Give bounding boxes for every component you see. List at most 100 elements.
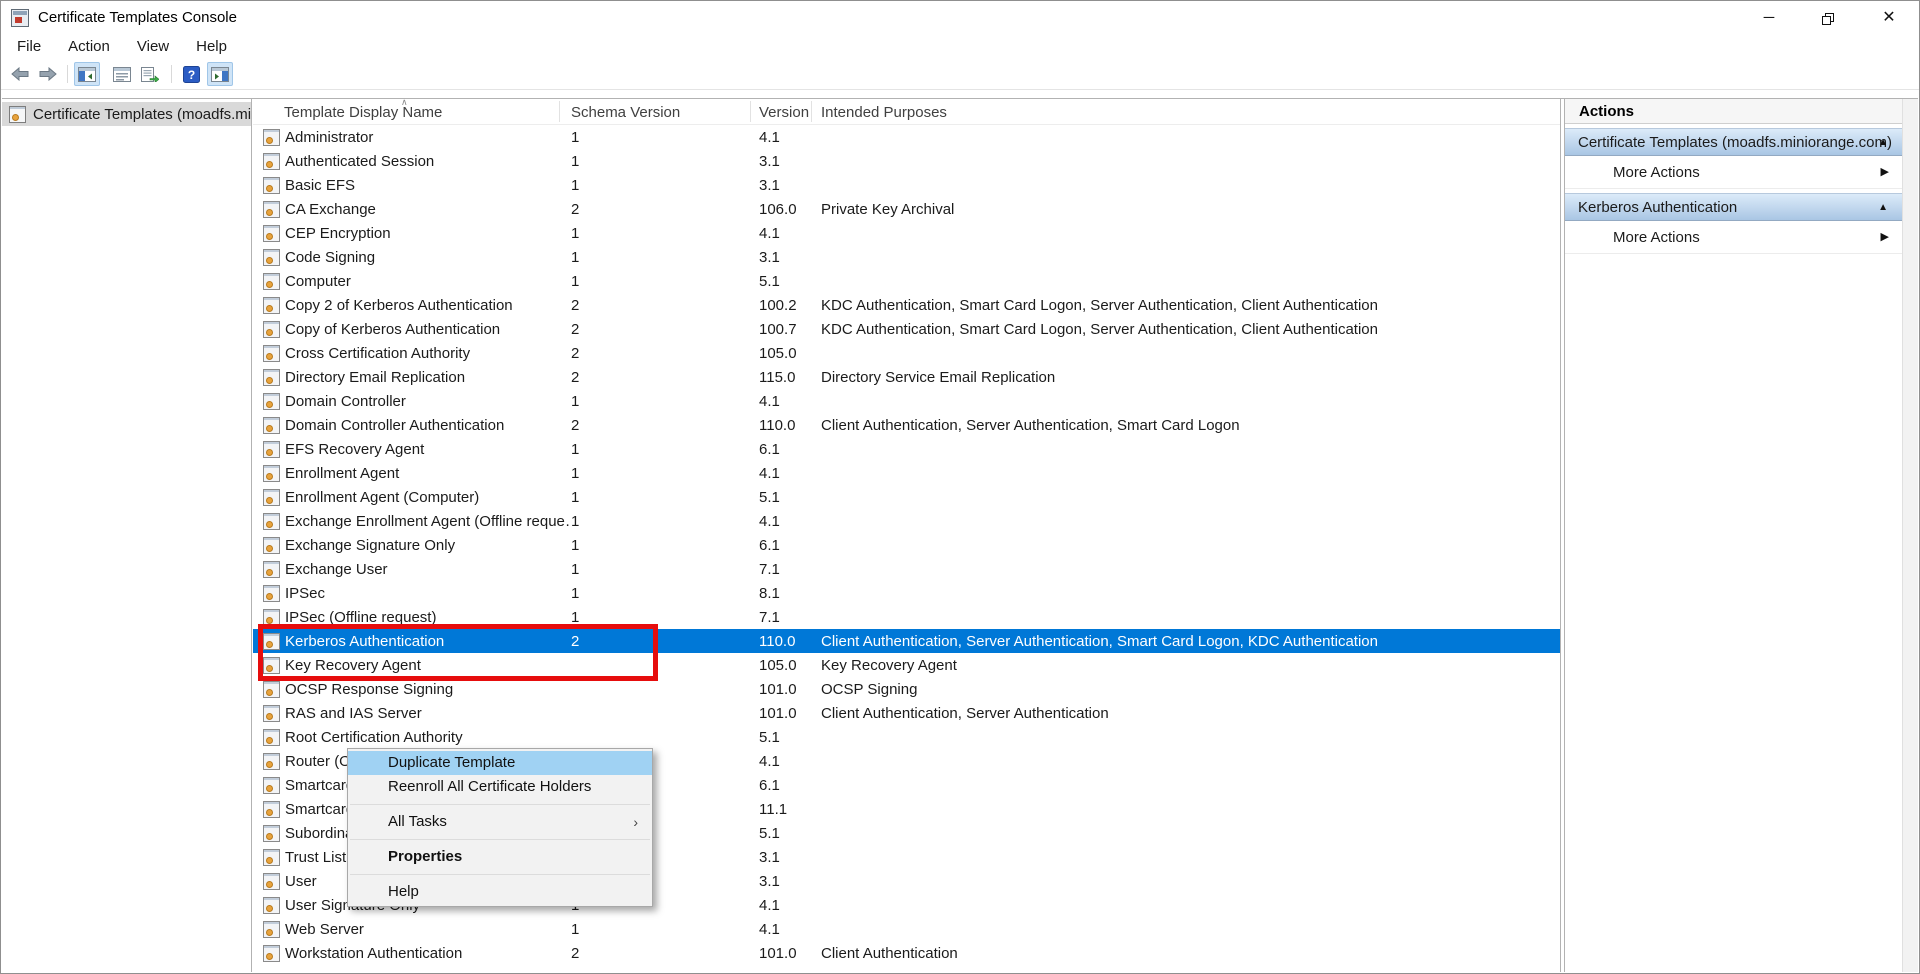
expand-icon[interactable]: ▶ — [1881, 156, 1889, 189]
table-row[interactable]: RAS and IAS Server101.0Client Authentica… — [253, 701, 1560, 725]
table-row[interactable]: Kerberos Authentication2110.0Client Auth… — [253, 629, 1560, 653]
column-header-version[interactable]: Version — [759, 104, 809, 121]
restore-button[interactable] — [1799, 1, 1859, 34]
certificate-template-icon — [263, 921, 280, 938]
cell-name: Administrator — [285, 129, 571, 146]
mmc-window: Certificate Templates Console ─ ✕ File Ac… — [0, 0, 1920, 974]
cell-schema: 1 — [571, 249, 759, 266]
menu-help[interactable]: Help — [196, 38, 227, 55]
cell-version: 3.1 — [759, 849, 821, 866]
menu-action[interactable]: Action — [68, 38, 110, 55]
menu-item-label: Reenroll All Certificate Holders — [388, 778, 591, 795]
context-menu-item-properties[interactable]: Properties — [348, 845, 652, 869]
certificate-template-icon — [263, 825, 280, 842]
table-row[interactable]: CA Exchange2106.0Private Key Archival — [253, 197, 1560, 221]
actions-section-header[interactable]: Certificate Templates (moadfs.miniorange… — [1565, 128, 1902, 156]
table-row[interactable]: EFS Recovery Agent16.1 — [253, 437, 1560, 461]
cell-name: Code Signing — [285, 249, 571, 266]
actions-panel: Actions Certificate Templates (moadfs.mi… — [1564, 99, 1918, 972]
column-header-intended-purposes[interactable]: Intended Purposes — [821, 104, 947, 121]
table-row[interactable]: Workstation Authentication2101.0Client A… — [253, 941, 1560, 965]
table-row[interactable]: Copy of Kerberos Authentication2100.7KDC… — [253, 317, 1560, 341]
properties-icon[interactable] — [109, 62, 135, 86]
cell-version: 4.1 — [759, 897, 821, 914]
cell-purposes: Client Authentication, Server Authentica… — [821, 633, 1560, 650]
cell-version: 106.0 — [759, 201, 821, 218]
table-row[interactable]: Web Server14.1 — [253, 917, 1560, 941]
menu-separator — [350, 874, 650, 875]
table-row[interactable]: OCSP Response Signing101.0OCSP Signing — [253, 677, 1560, 701]
context-menu-item-reenroll-all-certificate-holders[interactable]: Reenroll All Certificate Holders — [348, 775, 652, 799]
context-menu-item-help[interactable]: Help — [348, 880, 652, 904]
cell-version: 11.1 — [759, 801, 821, 818]
table-row[interactable]: IPSec18.1 — [253, 581, 1560, 605]
table-row[interactable]: Exchange Enrollment Agent (Offline reque… — [253, 509, 1560, 533]
table-row[interactable]: IPSec (Offline request)17.1 — [253, 605, 1560, 629]
certificate-template-icon — [263, 441, 280, 458]
table-row[interactable]: Domain Controller14.1 — [253, 389, 1560, 413]
show-console-tree-icon[interactable] — [74, 62, 100, 86]
actions-section-header[interactable]: Kerberos Authentication▲ — [1565, 193, 1902, 221]
export-list-icon[interactable] — [137, 62, 163, 86]
table-row[interactable]: Root Certification Authority5.1 — [253, 725, 1560, 749]
collapse-icon[interactable]: ▲ — [1878, 194, 1888, 221]
menu-item-label: Duplicate Template — [388, 754, 515, 771]
cell-name: OCSP Response Signing — [285, 681, 571, 698]
table-row[interactable]: Key Recovery Agent105.0Key Recovery Agen… — [253, 653, 1560, 677]
more-actions-item[interactable]: More Actions▶ — [1565, 156, 1902, 189]
column-header-schema-version[interactable]: Schema Version — [571, 104, 680, 121]
cell-purposes: Client Authentication, Server Authentica… — [821, 417, 1560, 434]
cell-version: 110.0 — [759, 633, 821, 650]
menu-view[interactable]: View — [137, 38, 169, 55]
window-title: Certificate Templates Console — [38, 9, 237, 26]
cell-schema: 1 — [571, 585, 759, 602]
context-menu-item-duplicate-template[interactable]: Duplicate Template — [348, 751, 652, 775]
forward-icon[interactable] — [35, 62, 61, 86]
cell-version: 100.2 — [759, 297, 821, 314]
cell-purposes: Directory Service Email Replication — [821, 369, 1560, 386]
cell-name: Enrollment Agent — [285, 465, 571, 482]
cell-name: Enrollment Agent (Computer) — [285, 489, 571, 506]
table-row[interactable]: CEP Encryption14.1 — [253, 221, 1560, 245]
table-row[interactable]: Basic EFS13.1 — [253, 173, 1560, 197]
certificate-template-icon — [263, 369, 280, 386]
back-icon[interactable] — [7, 62, 33, 86]
collapse-icon[interactable]: ▲ — [1878, 129, 1888, 156]
context-menu-item-all-tasks[interactable]: All Tasks› — [348, 810, 652, 834]
cell-version: 6.1 — [759, 777, 821, 794]
table-row[interactable]: Enrollment Agent (Computer)15.1 — [253, 485, 1560, 509]
cell-version: 4.1 — [759, 225, 821, 242]
table-row[interactable]: Administrator14.1 — [253, 125, 1560, 149]
show-action-pane-icon[interactable] — [207, 62, 233, 86]
table-row[interactable]: Cross Certification Authority2105.0 — [253, 341, 1560, 365]
minimize-button[interactable]: ─ — [1739, 1, 1799, 34]
actions-panel-title: Actions — [1565, 99, 1902, 124]
table-row[interactable]: Exchange User17.1 — [253, 557, 1560, 581]
table-row[interactable]: Exchange Signature Only16.1 — [253, 533, 1560, 557]
column-header-template-display-name[interactable]: Template Display Name — [284, 104, 442, 121]
tree-item-certificate-templates[interactable]: Certificate Templates (moadfs.mi — [2, 102, 251, 126]
certificate-template-icon — [263, 777, 280, 794]
table-row[interactable]: Code Signing13.1 — [253, 245, 1560, 269]
table-row[interactable]: Copy 2 of Kerberos Authentication2100.2K… — [253, 293, 1560, 317]
more-actions-item[interactable]: More Actions▶ — [1565, 221, 1902, 254]
table-row[interactable]: Authenticated Session13.1 — [253, 149, 1560, 173]
actions-sections: Certificate Templates (moadfs.miniorange… — [1565, 128, 1902, 254]
cell-schema: 1 — [571, 921, 759, 938]
menu-file[interactable]: File — [17, 38, 41, 55]
expand-icon[interactable]: ▶ — [1881, 221, 1889, 254]
certificate-template-icon — [263, 225, 280, 242]
table-row[interactable]: Computer15.1 — [253, 269, 1560, 293]
table-row[interactable]: Enrollment Agent14.1 — [253, 461, 1560, 485]
help-icon[interactable]: ? — [178, 62, 204, 86]
actions-section: Certificate Templates (moadfs.miniorange… — [1565, 128, 1902, 189]
cell-version: 4.1 — [759, 129, 821, 146]
close-button[interactable]: ✕ — [1859, 1, 1919, 34]
menu-separator — [350, 804, 650, 805]
actions-scrollbar[interactable] — [1903, 99, 1918, 972]
mmc-console-icon — [11, 9, 29, 27]
table-row[interactable]: Domain Controller Authentication2110.0Cl… — [253, 413, 1560, 437]
certificate-template-icon — [263, 417, 280, 434]
table-row[interactable]: Directory Email Replication2115.0Directo… — [253, 365, 1560, 389]
cell-name: Root Certification Authority — [285, 729, 571, 746]
